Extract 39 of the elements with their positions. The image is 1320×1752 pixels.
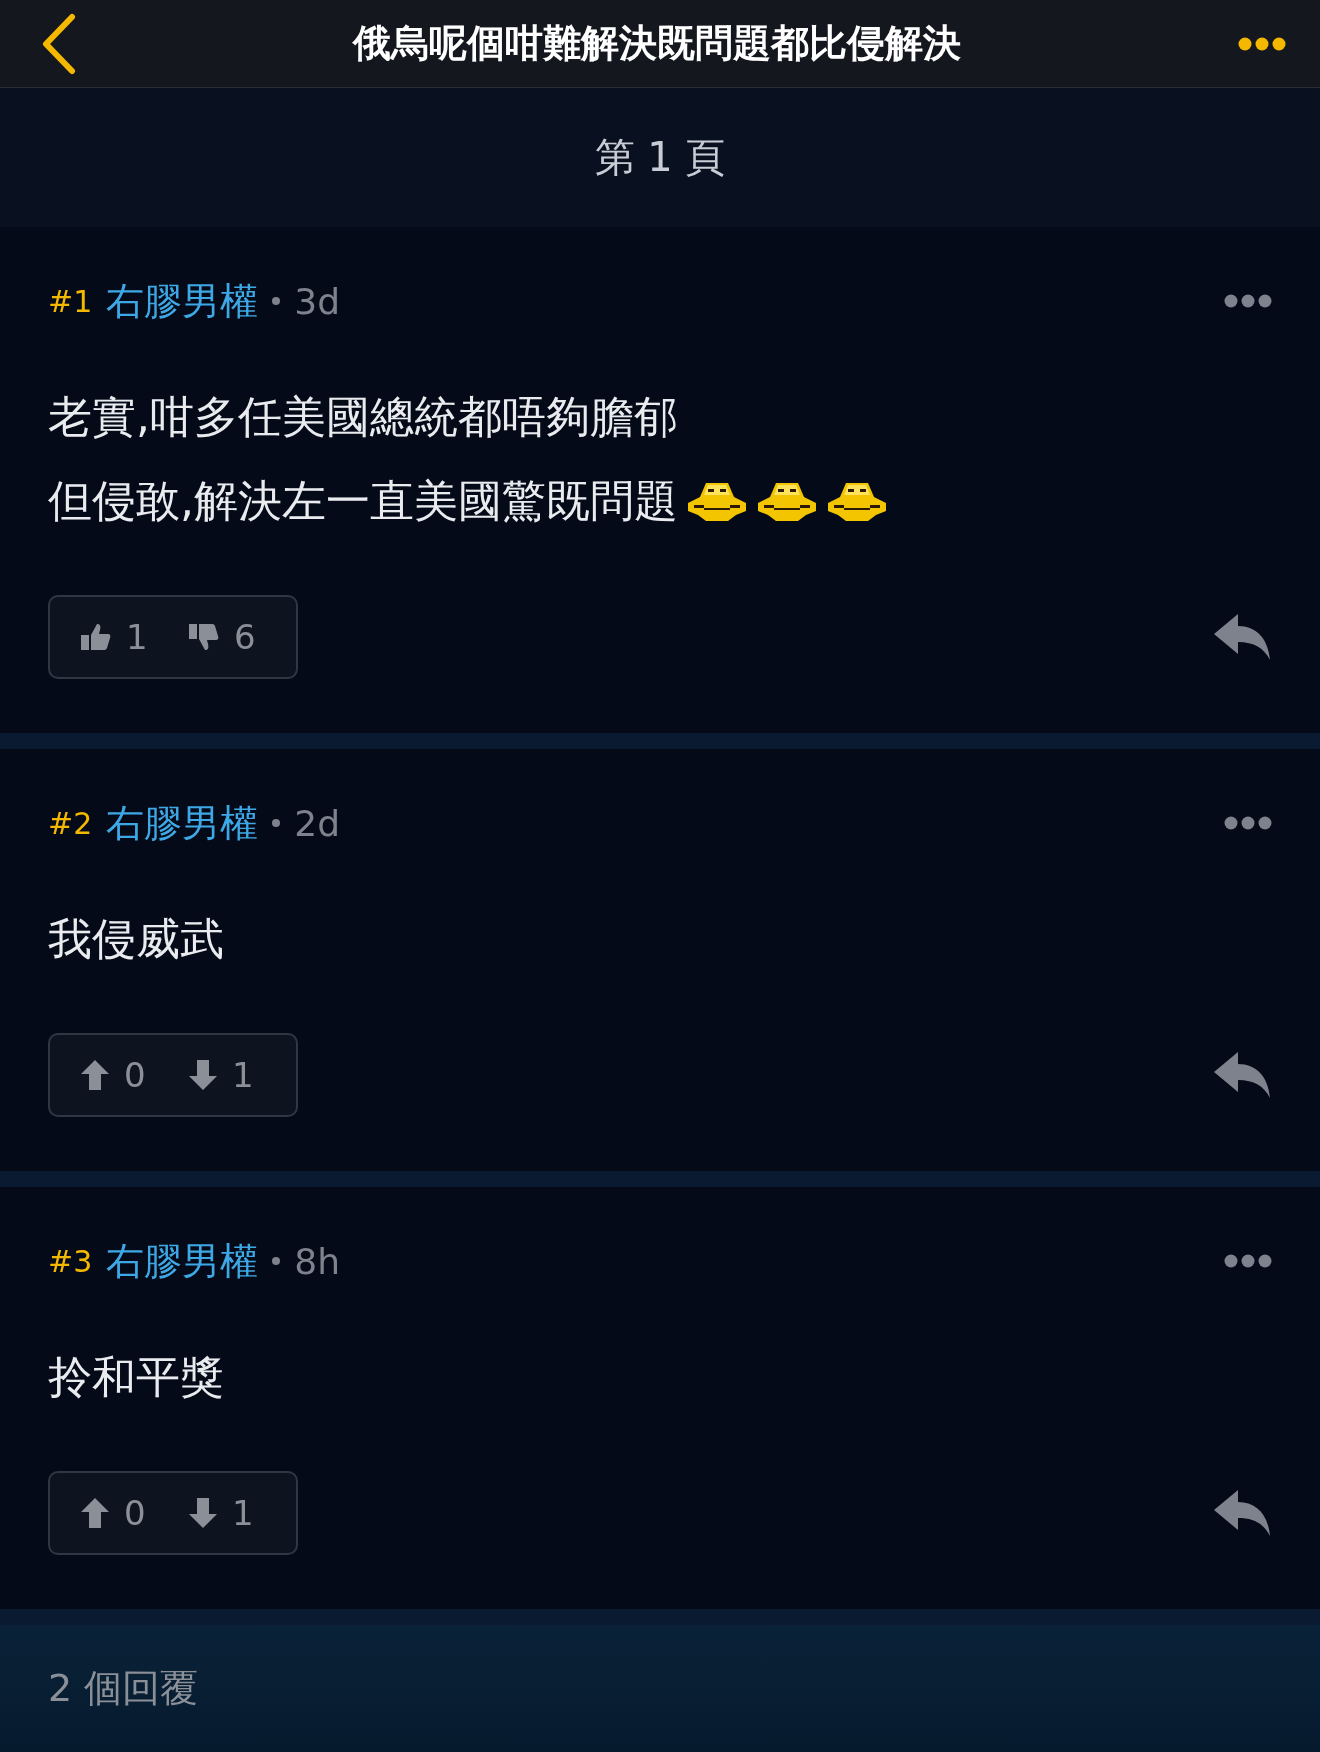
up-arrow-icon (80, 1497, 110, 1529)
back-button[interactable] (40, 12, 76, 75)
page-label: 第 1 頁 (594, 133, 726, 183)
reply-count: 2 個回覆 (48, 1665, 200, 1712)
reply-button[interactable] (1212, 1488, 1272, 1538)
post-time: 3d (294, 280, 340, 322)
post-text: 老實,咁多任美國總統都唔夠膽郁 (48, 390, 678, 444)
downvote-button[interactable]: 6 (188, 617, 296, 657)
post-time: 8h (294, 1240, 340, 1282)
post-time: 2d (294, 802, 340, 844)
reply-button[interactable] (1212, 612, 1272, 662)
more-icon[interactable] (1238, 36, 1286, 51)
author-name[interactable]: 右膠男權 (106, 275, 259, 327)
more-icon[interactable] (1224, 1254, 1272, 1268)
post-text: 但侵敢,解決左一直美國驚既問題 (48, 474, 678, 528)
separator-dot (272, 1257, 281, 1265)
more-icon[interactable] (1224, 294, 1272, 308)
down-arrow-icon (188, 1497, 218, 1529)
post-number: #1 (48, 283, 93, 319)
upvote-button[interactable]: 0 (80, 1055, 188, 1095)
post-text: 拎和平獎 (48, 1350, 224, 1404)
upvote-button[interactable]: 1 (80, 617, 188, 657)
separator-dot (272, 819, 281, 827)
author-name[interactable]: 右膠男權 (106, 797, 259, 849)
thread-title: 俄烏呢個咁難解決既問題都比侵解決 (353, 20, 961, 68)
separator-dot (272, 297, 281, 305)
down-arrow-icon (188, 1059, 218, 1091)
post-text: 我侵威武 (48, 912, 224, 966)
author-name[interactable]: 右膠男權 (106, 1235, 259, 1287)
more-icon[interactable] (1224, 816, 1272, 830)
post-number: #2 (48, 805, 93, 841)
downvote-button[interactable]: 1 (188, 1493, 296, 1533)
thumbs-up-icon (80, 621, 112, 653)
up-arrow-icon (80, 1059, 110, 1091)
post-number: #3 (48, 1243, 93, 1279)
downvote-button[interactable]: 1 (188, 1055, 296, 1095)
reply-button[interactable] (1212, 1050, 1272, 1100)
thumbs-down-icon (188, 621, 220, 653)
upvote-button[interactable]: 0 (80, 1493, 188, 1533)
